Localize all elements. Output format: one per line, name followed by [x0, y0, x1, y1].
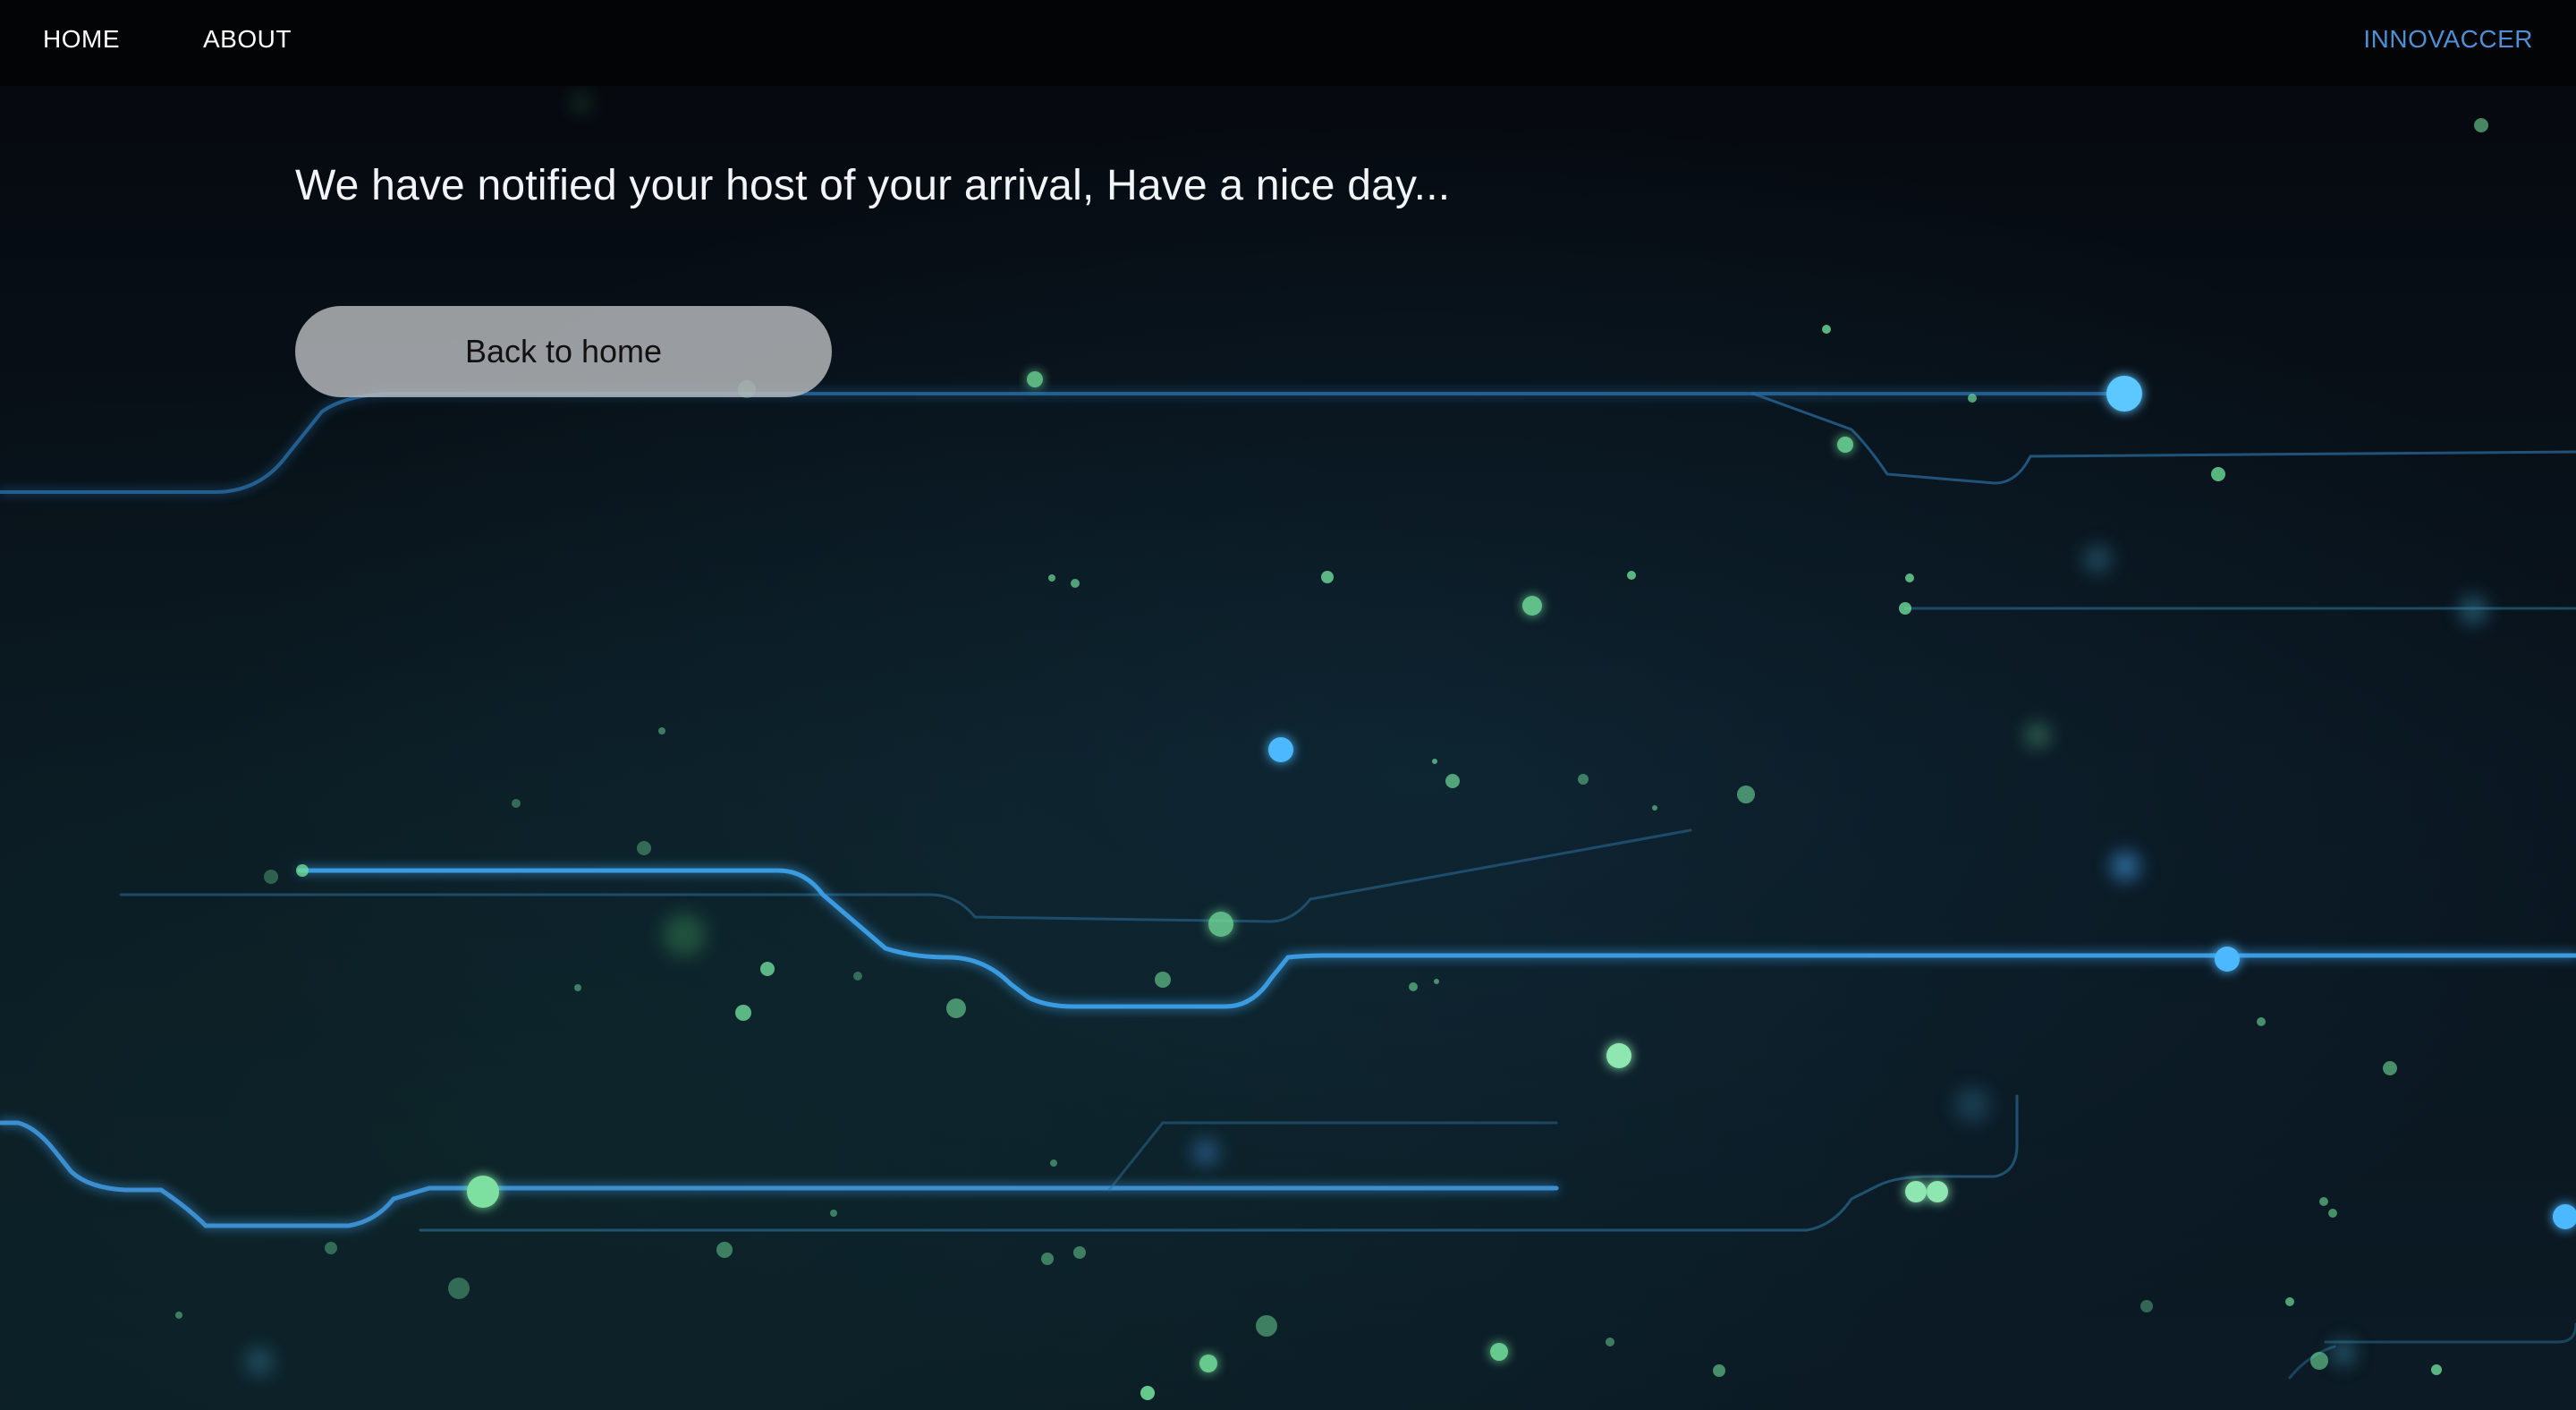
- glow-node: [467, 1176, 499, 1208]
- circuit-line: [419, 1094, 2019, 1232]
- back-to-home-button[interactable]: Back to home: [295, 306, 832, 397]
- brand-link[interactable]: INNOVACCER: [2363, 25, 2533, 54]
- glow-node: [1606, 1043, 1631, 1068]
- glow-node: [2215, 947, 2240, 972]
- glow-node: [2106, 376, 2142, 412]
- glow-node: [2459, 596, 2487, 624]
- arrival-message: We have notified your host of your arriv…: [295, 162, 1451, 209]
- glow-node: [2111, 852, 2140, 880]
- glow-node: [663, 913, 706, 956]
- particles: [175, 94, 2488, 1400]
- circuit-line: [297, 868, 2576, 1009]
- glow-node: [1905, 1181, 1927, 1202]
- circuit-line: [1107, 1121, 1558, 1192]
- page-background: HOME ABOUT INNOVACCER We have notified y…: [0, 0, 2576, 1410]
- glow-node: [2553, 1204, 2576, 1229]
- circuit-line: [2324, 1322, 2576, 1344]
- glow-nodes: [245, 376, 2576, 1376]
- circuit-line: [0, 1120, 1559, 1228]
- circuit-line: [1751, 392, 2576, 485]
- glow-node: [1268, 737, 1293, 762]
- circuit-line: [119, 828, 1692, 923]
- glow-node: [1954, 1087, 1990, 1123]
- glow-node: [2331, 1340, 2356, 1365]
- glow-node: [245, 1347, 274, 1376]
- top-navbar: HOME ABOUT INNOVACCER: [0, 0, 2576, 86]
- circuit-line: [0, 392, 2126, 494]
- nav-about-link[interactable]: ABOUT: [203, 25, 292, 54]
- glow-node: [1927, 1181, 1948, 1202]
- circuit-background: [0, 94, 2576, 1400]
- glow-node: [1193, 1140, 1218, 1165]
- glow-node: [2083, 545, 2112, 573]
- nav-home-link[interactable]: HOME: [43, 25, 120, 54]
